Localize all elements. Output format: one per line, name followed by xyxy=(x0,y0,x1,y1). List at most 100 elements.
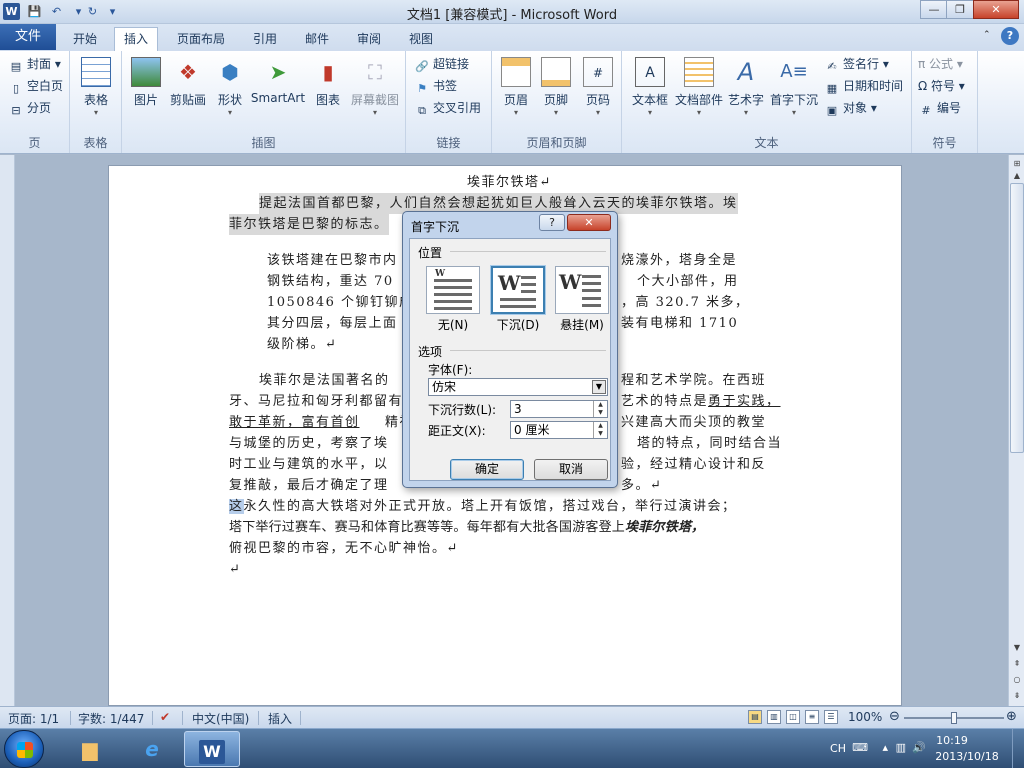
wordart-icon: A xyxy=(737,58,755,86)
tab-file[interactable]: 文件 xyxy=(0,24,56,50)
spinner-icon[interactable]: ▲ ▼ xyxy=(593,401,607,417)
footer-icon xyxy=(541,57,571,87)
signature-line-button[interactable]: ✍ 签名行 ▾ xyxy=(824,54,888,74)
dropcap-button[interactable]: A≡ 首字下沉 ▾ xyxy=(768,57,820,127)
font-select[interactable]: 仿宋 ▼ xyxy=(428,378,608,396)
bookmark-button[interactable]: ⚑ 书签 xyxy=(414,76,457,96)
windows-start-icon[interactable] xyxy=(4,730,44,768)
tab-view[interactable]: 视图 xyxy=(400,28,442,50)
clock-time[interactable]: 10:19 xyxy=(930,734,974,747)
word-taskbar-icon[interactable]: W xyxy=(184,731,240,767)
tray-expand-icon[interactable]: ▴ xyxy=(882,741,888,754)
help-icon[interactable]: ? xyxy=(1001,27,1019,45)
zoom-out-icon[interactable]: ⊖ xyxy=(889,710,900,724)
chart-icon: ▮ xyxy=(322,60,334,84)
print-layout-view-icon[interactable]: ▤ xyxy=(748,710,762,724)
picture-button[interactable]: 图片 xyxy=(128,57,164,127)
quick-parts-button[interactable]: 文档部件 ▾ xyxy=(674,57,724,127)
keyboard-icon[interactable]: ⌨ xyxy=(852,741,868,754)
ok-button[interactable]: 确定 xyxy=(450,459,524,480)
equation-button[interactable]: π 公式 ▾ xyxy=(918,54,963,74)
previous-page-icon[interactable]: ⇞ xyxy=(1010,657,1024,671)
proofing-icon[interactable]: ✔ xyxy=(160,710,170,724)
dialog-help-button[interactable]: ? xyxy=(539,214,565,231)
ribbon: ▤ 封面 ▾ ▯ 空白页 ⊟ 分页 页 表格 ▾ 表格 图片 ❖ 剪贴画 ⬢ 形状 ▾ ➤… xyxy=(0,51,1024,154)
insert-mode-indicator[interactable]: 插入 xyxy=(268,710,292,727)
network-icon[interactable]: ▥ xyxy=(896,741,906,754)
page-number-button[interactable]: # 页码 ▾ xyxy=(580,57,616,127)
language-indicator[interactable]: 中文(中国) xyxy=(192,710,249,727)
browse-object-icon[interactable]: ○ xyxy=(1010,673,1024,687)
option-none[interactable]: W 无(N) xyxy=(426,266,480,333)
screenshot-button[interactable]: ⛶ 屏幕截图 ▾ xyxy=(348,57,402,127)
date-time-button[interactable]: ▦ 日期和时间 xyxy=(824,76,903,96)
scroll-thumb[interactable] xyxy=(1010,183,1024,453)
para3-line1b: 程和艺术学院。在西班 xyxy=(621,373,767,388)
ime-indicator[interactable]: CH xyxy=(830,742,846,755)
tab-page-layout[interactable]: 页面布局 xyxy=(168,28,234,50)
vertical-scrollbar[interactable]: ⊞ ▲ ▼ ⇞ ○ ⇟ xyxy=(1008,155,1024,706)
tab-mailings[interactable]: 邮件 xyxy=(296,28,338,50)
volume-icon[interactable]: 🔊 xyxy=(912,741,926,754)
cover-page-button[interactable]: ▤ 封面 ▾ xyxy=(8,54,61,74)
collapse-ribbon-icon[interactable]: ⌃ xyxy=(983,30,995,42)
smartart-button[interactable]: ➤ SmartArt xyxy=(250,57,306,127)
table-button[interactable]: 表格 ▾ xyxy=(76,57,116,127)
distance-from-text-input[interactable]: 0 厘米 ▲ ▼ xyxy=(510,421,608,439)
option-dropped[interactable]: W 下沉(D) xyxy=(491,266,545,333)
internet-explorer-icon[interactable]: e xyxy=(124,731,180,767)
show-desktop-button[interactable] xyxy=(1012,729,1024,768)
dialog-close-button[interactable]: ✕ xyxy=(567,214,611,231)
chart-button[interactable]: ▮ 图表 xyxy=(310,57,346,127)
in-margin-preview-icon: W xyxy=(555,266,609,314)
tab-references[interactable]: 引用 xyxy=(244,28,286,50)
numbering-button[interactable]: # 编号 xyxy=(918,98,961,118)
next-page-icon[interactable]: ⇟ xyxy=(1010,689,1024,703)
cross-reference-button[interactable]: ⧉ 交叉引用 xyxy=(414,98,481,118)
symbol-button[interactable]: Ω 符号 ▾ xyxy=(918,76,965,96)
tab-insert[interactable]: 插入 xyxy=(114,27,158,51)
shapes-icon: ⬢ xyxy=(221,60,239,84)
draft-view-icon[interactable]: ☰ xyxy=(824,710,838,724)
hyperlink-button[interactable]: 🔗 超链接 xyxy=(414,54,469,74)
file-explorer-icon[interactable]: ▆ xyxy=(62,731,118,767)
footer-button[interactable]: 页脚 ▾ xyxy=(538,57,574,127)
blank-page-icon: ▯ xyxy=(12,82,20,95)
zoom-slider[interactable] xyxy=(904,712,1004,724)
web-layout-icon[interactable]: ◫ xyxy=(786,710,800,724)
tab-home[interactable]: 开始 xyxy=(62,28,108,50)
header-button[interactable]: 页眉 ▾ xyxy=(498,57,534,127)
full-screen-reading-icon[interactable]: ▥ xyxy=(767,710,781,724)
zoom-level[interactable]: 100% xyxy=(848,710,882,724)
textbox-icon: A xyxy=(635,57,665,87)
clock-date[interactable]: 2013/10/18 xyxy=(930,750,1004,763)
clipart-button[interactable]: ❖ 剪贴画 xyxy=(166,57,210,127)
object-button[interactable]: ▣ 对象 ▾ xyxy=(824,98,877,118)
scroll-down-arrow-icon[interactable]: ▼ xyxy=(1010,641,1024,655)
close-button[interactable]: ✕ xyxy=(973,0,1019,19)
cancel-button[interactable]: 取消 xyxy=(534,459,608,480)
zoom-slider-thumb[interactable] xyxy=(951,712,957,724)
page-break-button[interactable]: ⊟ 分页 xyxy=(8,98,51,118)
group-label-illustrations: 插图 xyxy=(251,136,276,150)
minimize-button[interactable]: — xyxy=(920,0,948,19)
page-number-icon: # xyxy=(583,57,613,87)
group-label-pages: 页 xyxy=(28,136,41,150)
scroll-up-arrow-icon[interactable]: ▲ xyxy=(1010,169,1024,183)
page-count[interactable]: 页面: 1/1 xyxy=(8,710,59,727)
para1-line2: 菲尔铁塔是巴黎的标志。 xyxy=(229,214,389,235)
tab-review[interactable]: 审阅 xyxy=(348,28,390,50)
textbox-button[interactable]: A 文本框 ▾ xyxy=(628,57,672,127)
word-count[interactable]: 字数: 1/447 xyxy=(78,710,144,727)
maximize-button[interactable]: ❐ xyxy=(946,0,974,19)
lines-to-drop-input[interactable]: 3 ▲ ▼ xyxy=(510,400,608,418)
zoom-in-icon[interactable]: ⊕ xyxy=(1006,710,1017,724)
para2-line4b: 装有电梯和 1710 xyxy=(621,316,739,331)
dropdown-arrow-icon[interactable]: ▼ xyxy=(592,380,606,394)
blank-page-button[interactable]: ▯ 空白页 xyxy=(8,76,63,96)
outline-view-icon[interactable]: ≡ xyxy=(805,710,819,724)
shapes-button[interactable]: ⬢ 形状 ▾ xyxy=(214,57,246,127)
option-in-margin[interactable]: W 悬挂(M) xyxy=(555,266,609,333)
spinner-icon[interactable]: ▲ ▼ xyxy=(593,422,607,438)
wordart-button[interactable]: A 艺术字 ▾ xyxy=(726,57,766,127)
